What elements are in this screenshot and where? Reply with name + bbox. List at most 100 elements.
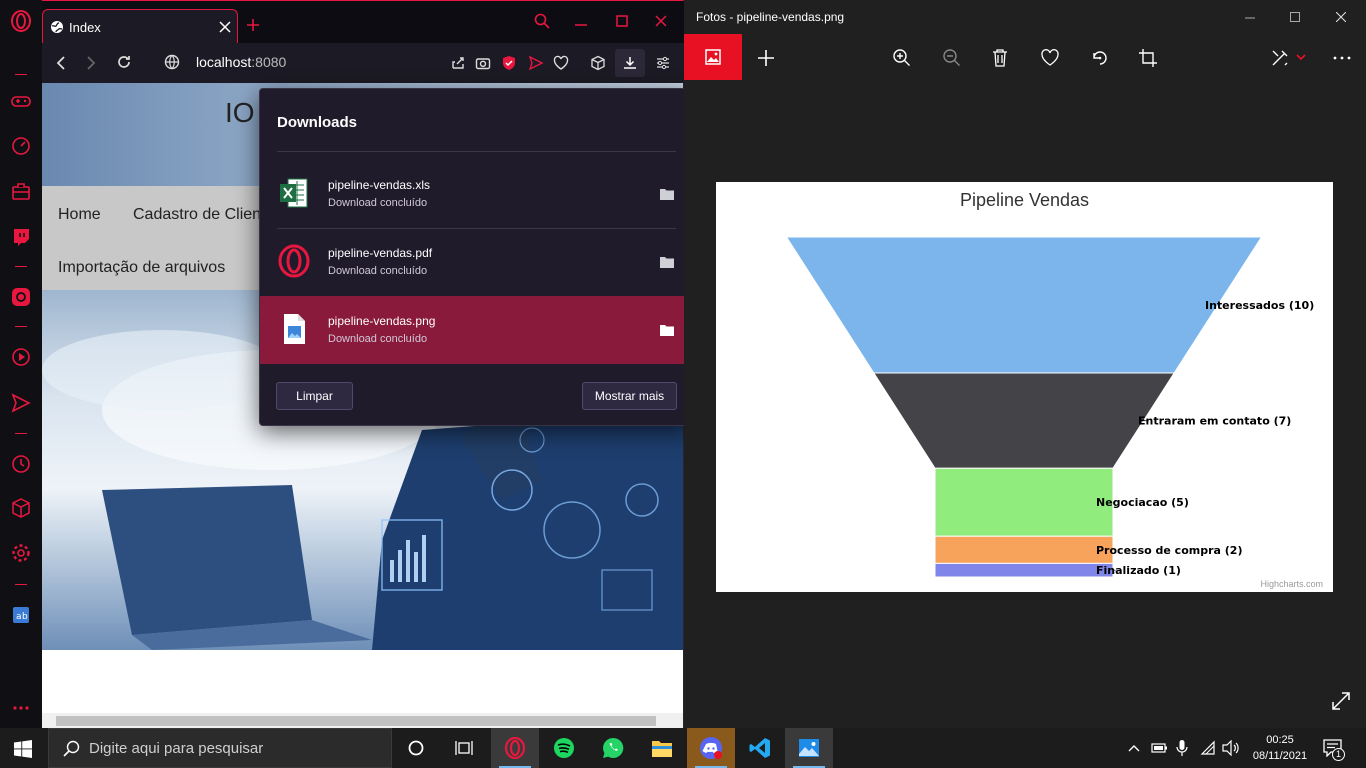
instagram-icon[interactable] — [10, 286, 32, 308]
horizontal-scrollbar[interactable] — [42, 713, 683, 729]
extensions-cube-icon[interactable] — [590, 55, 606, 71]
funnel-chart: Interessados (10) Entraram em contato (7)… — [785, 236, 1314, 578]
crop-icon[interactable] — [1137, 47, 1159, 69]
add-icon[interactable] — [755, 47, 777, 69]
funnel-label-2: Negociacao (5) — [1096, 496, 1189, 509]
photo-image: Pipeline Vendas Interessados (10) Entrara… — [716, 182, 1333, 592]
download-item-png[interactable]: pipeline-vendas.png Download concluído — [260, 296, 693, 364]
folder-icon[interactable] — [660, 188, 674, 200]
edit-image-button[interactable] — [684, 34, 742, 80]
new-tab-icon[interactable] — [246, 18, 260, 32]
speedometer-icon[interactable] — [10, 135, 32, 157]
taskbar-photos-icon[interactable] — [785, 728, 833, 768]
search-tabs-icon[interactable] — [534, 13, 550, 29]
windows-start-icon[interactable] — [14, 740, 32, 758]
forward-icon[interactable] — [84, 55, 98, 71]
url-port: :8080 — [251, 54, 287, 70]
search-icon — [63, 740, 80, 757]
show-hidden-icons-chevron-icon[interactable] — [1128, 743, 1140, 753]
flow-send-icon[interactable] — [528, 55, 544, 71]
cube-icon[interactable] — [10, 497, 32, 519]
download-name: pipeline-vendas.pdf — [328, 246, 433, 260]
taskbar-opera-icon[interactable] — [491, 728, 539, 768]
snapshot-icon[interactable] — [475, 55, 491, 71]
tab-title: Index — [69, 20, 101, 35]
opera-file-icon — [278, 244, 310, 278]
favorite-heart-icon[interactable] — [1039, 47, 1061, 69]
briefcase-icon[interactable] — [10, 180, 32, 202]
sidebar-divider — [15, 326, 27, 327]
photos-window: Fotos - pipeline-vendas.png Pipeline Ven… — [684, 0, 1366, 728]
taskbar-vscode-icon[interactable] — [736, 728, 784, 768]
more-icon[interactable] — [10, 697, 32, 719]
folder-icon[interactable] — [660, 324, 674, 336]
minimize-icon[interactable] — [1245, 13, 1255, 23]
zoom-in-icon[interactable] — [891, 47, 913, 69]
clear-button[interactable]: Limpar — [276, 382, 353, 410]
taskbar-discord-icon[interactable] — [687, 728, 735, 768]
download-name: pipeline-vendas.xls — [328, 178, 431, 192]
taskbar-spotify-icon[interactable] — [540, 728, 588, 768]
fullscreen-icon[interactable] — [1331, 691, 1351, 711]
microphone-icon[interactable] — [1176, 739, 1188, 757]
twitch-icon[interactable] — [10, 226, 32, 248]
chart-credits: Highcharts.com — [1260, 579, 1323, 589]
rotate-icon[interactable] — [1089, 47, 1111, 69]
send-icon[interactable] — [10, 392, 32, 414]
cortana-icon[interactable] — [392, 728, 440, 768]
scrollbar-thumb[interactable] — [56, 716, 656, 726]
taskbar-whatsapp-icon[interactable] — [589, 728, 637, 768]
funnel-label-3: Processo de compra (2) — [1096, 544, 1242, 557]
adblock-shield-icon[interactable] — [501, 55, 517, 71]
close-window-icon[interactable] — [655, 15, 667, 27]
downloads-divider — [277, 151, 676, 152]
sidebar-divider — [15, 433, 27, 434]
back-icon[interactable] — [54, 55, 68, 71]
globe-icon — [50, 20, 64, 34]
wifi-icon[interactable] — [1200, 740, 1216, 756]
nav-import-link[interactable]: Importação de arquivos — [58, 259, 225, 277]
maximize-icon[interactable] — [616, 15, 628, 27]
url-field[interactable]: localhost:8080 — [196, 54, 286, 70]
download-name: pipeline-vendas.png — [328, 314, 436, 328]
heart-icon[interactable] — [553, 55, 569, 71]
battery-icon[interactable] — [1150, 741, 1168, 755]
download-item-xls[interactable]: pipeline-vendas.xls Download concluído — [260, 160, 693, 228]
share-icon[interactable] — [450, 55, 466, 71]
nav-home-link[interactable]: Home — [58, 206, 101, 224]
zoom-out-icon[interactable] — [941, 47, 963, 69]
gamepad-icon[interactable] — [10, 90, 32, 112]
translate-icon[interactable]: ab — [10, 604, 32, 626]
close-tab-icon[interactable] — [219, 21, 231, 33]
player-icon[interactable] — [10, 346, 32, 368]
maximize-icon[interactable] — [1290, 12, 1300, 22]
taskbar-search[interactable]: Digite aqui para pesquisar — [48, 728, 392, 768]
folder-icon[interactable] — [660, 256, 674, 268]
task-view-icon[interactable] — [440, 728, 488, 768]
photos-toolbar — [684, 34, 1366, 82]
edit-create-icon[interactable] — [1269, 47, 1291, 69]
volume-icon[interactable] — [1222, 740, 1240, 756]
taskbar-file-explorer-icon[interactable] — [638, 728, 686, 768]
tab-index[interactable]: Index — [42, 9, 238, 43]
show-more-button[interactable]: Mostrar mais — [582, 382, 677, 410]
downloads-button[interactable] — [615, 49, 645, 77]
downloads-title: Downloads — [277, 114, 358, 131]
notification-center-icon[interactable]: 1 — [1323, 739, 1347, 761]
site-info-icon[interactable] — [164, 54, 180, 70]
address-bar: localhost:8080 — [42, 43, 684, 83]
history-icon[interactable] — [10, 453, 32, 475]
easy-setup-icon[interactable] — [655, 55, 671, 71]
close-window-icon[interactable] — [1336, 12, 1346, 22]
system-clock[interactable]: 00:25 08/11/2021 — [1252, 732, 1308, 764]
chevron-down-icon[interactable] — [1296, 53, 1306, 61]
delete-icon[interactable] — [989, 47, 1011, 69]
settings-icon[interactable] — [10, 542, 32, 564]
minimize-icon[interactable] — [575, 15, 587, 27]
download-item-pdf[interactable]: pipeline-vendas.pdf Download concluído — [260, 228, 693, 296]
sidebar-divider — [15, 584, 27, 585]
opera-logo-icon[interactable] — [10, 10, 32, 32]
reload-icon[interactable] — [116, 54, 132, 70]
photos-title: Fotos - pipeline-vendas.png — [696, 10, 845, 24]
more-options-icon[interactable] — [1331, 47, 1353, 69]
